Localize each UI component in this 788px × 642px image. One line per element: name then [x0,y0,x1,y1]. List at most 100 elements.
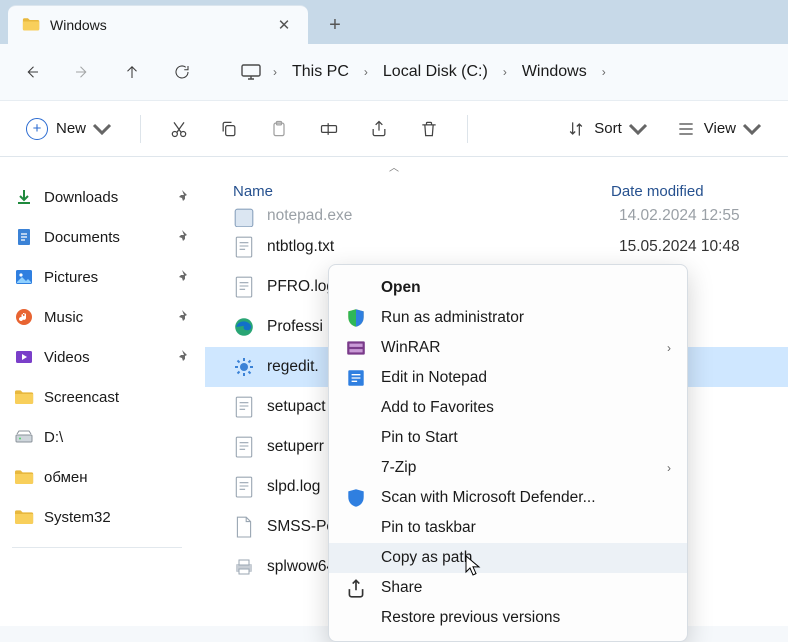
column-name[interactable]: Name [233,183,611,200]
menu-item-label: Share [381,579,671,597]
sidebar-item-label: Pictures [44,269,167,286]
text-icon [233,396,255,418]
column-headers[interactable]: Name Date modified [205,175,788,207]
shield-admin-icon [345,307,367,329]
file-row[interactable]: notepad.exe 14.02.2024 12:55 [205,207,788,227]
nav-toolbar: › This PC › Local Disk (C:) › Windows › [0,44,788,100]
close-tab-button[interactable]: ✕ [272,13,296,37]
sidebar-item-music[interactable]: Music [8,297,197,337]
sidebar-item-videos[interactable]: Videos [8,337,197,377]
menu-item-pin-to-taskbar[interactable]: Pin to taskbar [329,513,687,543]
sidebar-item-label: System32 [44,509,191,526]
menu-item-restore-previous-versions[interactable]: Restore previous versions [329,603,687,633]
tab-windows[interactable]: Windows ✕ [8,5,308,44]
refresh-button[interactable] [160,52,204,92]
sidebar-item--[interactable]: обмен [8,457,197,497]
chevron-right-icon: › [357,65,375,79]
document-icon [14,227,34,247]
text-icon [233,276,255,298]
blank-icon [233,516,255,538]
menu-item-winrar[interactable]: WinRAR › [329,333,687,363]
chevron-down-icon [628,119,648,139]
cursor-icon [465,555,483,577]
chevron-right-icon: › [496,65,514,79]
breadcrumb-item[interactable]: Windows [516,59,593,85]
menu-item-label: 7-Zip [381,459,653,477]
view-button[interactable]: View [664,110,774,148]
tab-title: Windows [50,17,262,33]
folder-icon [14,467,34,487]
back-button[interactable] [10,52,54,92]
chevron-right-icon: › [667,341,671,355]
breadcrumb[interactable]: › This PC › Local Disk (C:) › Windows › [240,59,613,85]
menu-item-label: Add to Favorites [381,399,671,417]
menu-item-label: Open [381,279,671,297]
menu-item-label: Run as administrator [381,309,671,327]
breadcrumb-item[interactable]: Local Disk (C:) [377,59,494,85]
drive-icon [14,427,34,447]
shield-blue-icon [345,487,367,509]
separator [467,115,468,143]
menu-item-label: Pin to Start [381,429,671,447]
new-button[interactable]: + New [14,110,124,148]
sidebar-item-label: обмен [44,469,191,486]
menu-item-label: Pin to taskbar [381,519,671,537]
sidebar-item-d-[interactable]: D:\ [8,417,197,457]
sidebar-item-screencast[interactable]: Screencast [8,377,197,417]
breadcrumb-item[interactable]: This PC [286,59,355,85]
delete-button[interactable] [407,110,451,148]
menu-item-scan-with-microsoft-defender-[interactable]: Scan with Microsoft Defender... [329,483,687,513]
sidebar-item-label: Videos [44,349,167,366]
pin-icon [177,189,191,206]
sidebar-item-system32[interactable]: System32 [8,497,197,537]
view-label: View [704,120,736,137]
nav-pane: Downloads Documents Pictures Music Video… [0,175,205,626]
context-menu: Open Run as administrator WinRAR › Edit … [328,264,688,642]
menu-item-label: Copy as path [381,549,671,567]
pictures-icon [14,267,34,287]
edge-icon [233,316,255,338]
collapse-ribbon-button[interactable]: ︿ [0,157,788,175]
menu-item-label: Restore previous versions [381,609,671,627]
text-icon [233,476,255,498]
chevron-down-icon [742,119,762,139]
forward-button[interactable] [60,52,104,92]
menu-item-add-to-favorites[interactable]: Add to Favorites [329,393,687,423]
new-tab-button[interactable]: + [320,10,350,40]
copy-button[interactable] [207,110,251,148]
up-button[interactable] [110,52,154,92]
menu-item-run-as-administrator[interactable]: Run as administrator [329,303,687,333]
pin-icon [177,349,191,366]
menu-item-edit-in-notepad[interactable]: Edit in Notepad [329,363,687,393]
menu-item-pin-to-start[interactable]: Pin to Start [329,423,687,453]
file-name: notepad.exe [267,207,607,225]
sidebar-item-downloads[interactable]: Downloads [8,177,197,217]
share-icon [345,577,367,599]
divider [12,547,182,548]
menu-item-7-zip[interactable]: 7-Zip › [329,453,687,483]
music-icon [14,307,34,327]
cut-button[interactable] [157,110,201,148]
folder-icon [14,387,34,407]
plus-circle-icon: + [26,118,48,140]
sort-button[interactable]: Sort [554,110,660,148]
share-button[interactable] [357,110,401,148]
sort-label: Sort [594,120,622,137]
sidebar-item-pictures[interactable]: Pictures [8,257,197,297]
menu-item-copy-as-path[interactable]: Copy as path [329,543,687,573]
column-date-modified[interactable]: Date modified [611,183,788,200]
menu-item-label: Scan with Microsoft Defender... [381,489,671,507]
paste-button[interactable] [257,110,301,148]
chevron-right-icon: › [266,65,284,79]
chevron-right-icon: › [667,461,671,475]
menu-item-label: WinRAR [381,339,653,357]
file-date: 15.05.2024 10:48 [619,238,788,256]
text-icon [233,236,255,258]
sidebar-item-label: Documents [44,229,167,246]
menu-item-share[interactable]: Share [329,573,687,603]
sidebar-item-documents[interactable]: Documents [8,217,197,257]
menu-item-open[interactable]: Open [329,273,687,303]
download-icon [14,187,34,207]
rename-button[interactable] [307,110,351,148]
file-row[interactable]: ntbtlog.txt 15.05.2024 10:48 [205,227,788,267]
